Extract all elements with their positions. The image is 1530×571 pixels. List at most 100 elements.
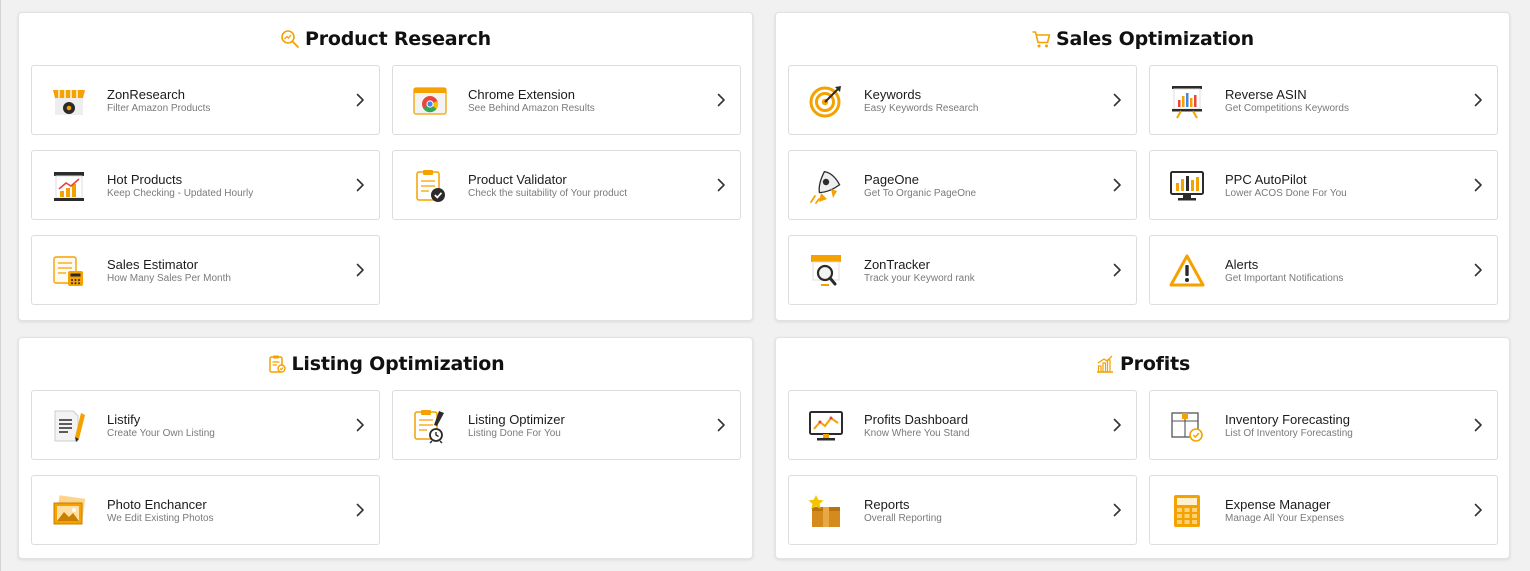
rocket-icon <box>810 170 841 204</box>
card-title: ZonResearch <box>107 87 186 102</box>
card-title: Keywords <box>864 87 922 102</box>
bar-chart-icon <box>1096 355 1113 373</box>
card-product-validator[interactable]: Product Validator Check the suitability … <box>392 150 741 220</box>
card-title: Reports <box>864 497 910 512</box>
card-keywords[interactable]: Keywords Easy Keywords Research <box>788 65 1137 135</box>
clipboard-clock-icon <box>414 410 444 444</box>
card-subtitle: We Edit Existing Photos <box>107 513 214 524</box>
card-reports[interactable]: Reports Overall Reporting <box>788 475 1137 545</box>
card-title: Listify <box>107 412 141 427</box>
card-subtitle: Overall Reporting <box>864 513 942 524</box>
section-title: Listing Optimization <box>291 353 505 375</box>
chevron-right-icon <box>356 93 365 107</box>
chevron-right-icon <box>717 178 726 192</box>
card-subtitle: Manage All Your Expenses <box>1225 513 1344 524</box>
card-subtitle: Get Important Notifications <box>1225 273 1344 284</box>
card-title: Photo Enchancer <box>107 497 207 512</box>
dashboard-monitor-icon <box>809 411 843 441</box>
card-alerts[interactable]: Alerts Get Important Notifications <box>1149 235 1498 305</box>
chevron-right-icon <box>1474 418 1483 432</box>
card-title: Hot Products <box>107 172 183 187</box>
document-pencil-icon <box>54 410 85 442</box>
section-title: Sales Optimization <box>1056 28 1254 50</box>
card-subtitle: Filter Amazon Products <box>107 103 211 114</box>
card-listify[interactable]: Listify Create Your Own Listing <box>31 390 380 460</box>
clipboard-icon <box>268 355 286 373</box>
chevron-right-icon <box>1113 503 1122 517</box>
card-subtitle: See Behind Amazon Results <box>468 103 595 114</box>
chevron-right-icon <box>356 418 365 432</box>
chevron-right-icon <box>1113 178 1122 192</box>
card-listing-optimizer[interactable]: Listing Optimizer Listing Done For You <box>392 390 741 460</box>
card-title: Expense Manager <box>1225 497 1331 512</box>
photo-icon <box>53 495 86 525</box>
clipboard-check-icon <box>416 170 445 202</box>
magnifier-screen-icon <box>811 255 841 286</box>
card-subtitle: Check the suitability of Your product <box>468 188 627 199</box>
card-title: PageOne <box>864 172 919 187</box>
trending-chart-icon <box>54 172 84 201</box>
card-inventory-forecasting[interactable]: Inventory Forecasting List Of Inventory … <box>1149 390 1498 460</box>
card-subtitle: Get To Organic PageOne <box>864 188 977 199</box>
chevron-right-icon <box>1113 93 1122 107</box>
card-hot-products[interactable]: Hot Products Keep Checking - Updated Hou… <box>31 150 380 220</box>
chevron-right-icon <box>1113 263 1122 277</box>
chevron-right-icon <box>1474 93 1483 107</box>
section-title: Profits <box>1119 353 1191 375</box>
card-pageone[interactable]: PageOne Get To Organic PageOne <box>788 150 1137 220</box>
calculator-icon <box>1174 495 1200 527</box>
card-title: Inventory Forecasting <box>1225 412 1351 427</box>
card-zonresearch[interactable]: ZonResearch Filter Amazon Products <box>31 65 380 135</box>
card-title: Sales Estimator <box>107 257 199 272</box>
target-icon <box>809 86 841 118</box>
chevron-right-icon <box>1474 263 1483 277</box>
warning-icon <box>1169 254 1205 287</box>
card-subtitle: Get Competitions Keywords <box>1225 103 1349 114</box>
card-expense-manager[interactable]: Expense Manager Manage All Your Expenses <box>1149 475 1498 545</box>
card-zontracker[interactable]: ZonTracker Track your Keyword rank <box>788 235 1137 305</box>
report-box-icon <box>808 495 840 527</box>
card-ppc-autopilot[interactable]: PPC AutoPilot Lower ACOS Done For You <box>1149 150 1498 220</box>
card-sales-estimator[interactable]: Sales Estimator How Many Sales Per Month <box>31 235 380 305</box>
storefront-icon <box>53 90 85 115</box>
card-photo-enchancer[interactable]: Photo Enchancer We Edit Existing Photos <box>31 475 380 545</box>
panel-profits: Profits Profits Dashboard Know Where You… <box>775 337 1510 559</box>
chevron-right-icon <box>356 263 365 277</box>
inventory-box-icon <box>1171 412 1203 442</box>
chevron-right-icon <box>717 93 726 107</box>
card-title: Listing Optimizer <box>468 412 565 427</box>
chevron-right-icon <box>1474 178 1483 192</box>
card-subtitle: Easy Keywords Research <box>864 103 979 114</box>
card-title: PPC AutoPilot <box>1225 172 1307 187</box>
window-edge <box>0 0 1 571</box>
chevron-right-icon <box>717 418 726 432</box>
card-title: Product Validator <box>468 172 567 187</box>
card-title: Chrome Extension <box>468 87 575 102</box>
panel-listing-optimization: Listing Optimization Listify Create Your… <box>18 337 753 559</box>
chevron-right-icon <box>356 178 365 192</box>
panel-title-product-research: Product Research <box>19 27 752 51</box>
panel-product-research: Product Research ZonResearch Filter Amaz… <box>18 12 753 321</box>
card-reverse-asin[interactable]: Reverse ASIN Get Competitions Keywords <box>1149 65 1498 135</box>
card-subtitle: Track your Keyword rank <box>864 273 975 284</box>
card-title: Profits Dashboard <box>864 412 969 427</box>
card-subtitle: Listing Done For You <box>468 428 561 439</box>
card-subtitle: List Of Inventory Forecasting <box>1225 428 1353 439</box>
chevron-right-icon <box>1474 503 1483 517</box>
card-title: Alerts <box>1225 257 1259 272</box>
card-subtitle: Create Your Own Listing <box>107 428 215 439</box>
chrome-browser-icon <box>413 87 447 115</box>
card-subtitle: Keep Checking - Updated Hourly <box>107 188 254 199</box>
monitor-chart-icon <box>1170 171 1204 201</box>
presentation-chart-icon <box>1172 86 1202 119</box>
card-subtitle: Know Where You Stand <box>864 428 970 439</box>
card-title: ZonTracker <box>864 257 930 272</box>
card-subtitle: How Many Sales Per Month <box>107 273 231 284</box>
card-chrome-extension[interactable]: Chrome Extension See Behind Amazon Resul… <box>392 65 741 135</box>
section-title: Product Research <box>305 28 491 50</box>
panel-title-profits: Profits <box>776 352 1509 376</box>
card-profits-dashboard[interactable]: Profits Dashboard Know Where You Stand <box>788 390 1137 460</box>
panel-title-listing-optimization: Listing Optimization <box>19 352 752 376</box>
panel-title-sales-optimization: Sales Optimization <box>776 27 1509 51</box>
card-subtitle: Lower ACOS Done For You <box>1225 188 1347 199</box>
